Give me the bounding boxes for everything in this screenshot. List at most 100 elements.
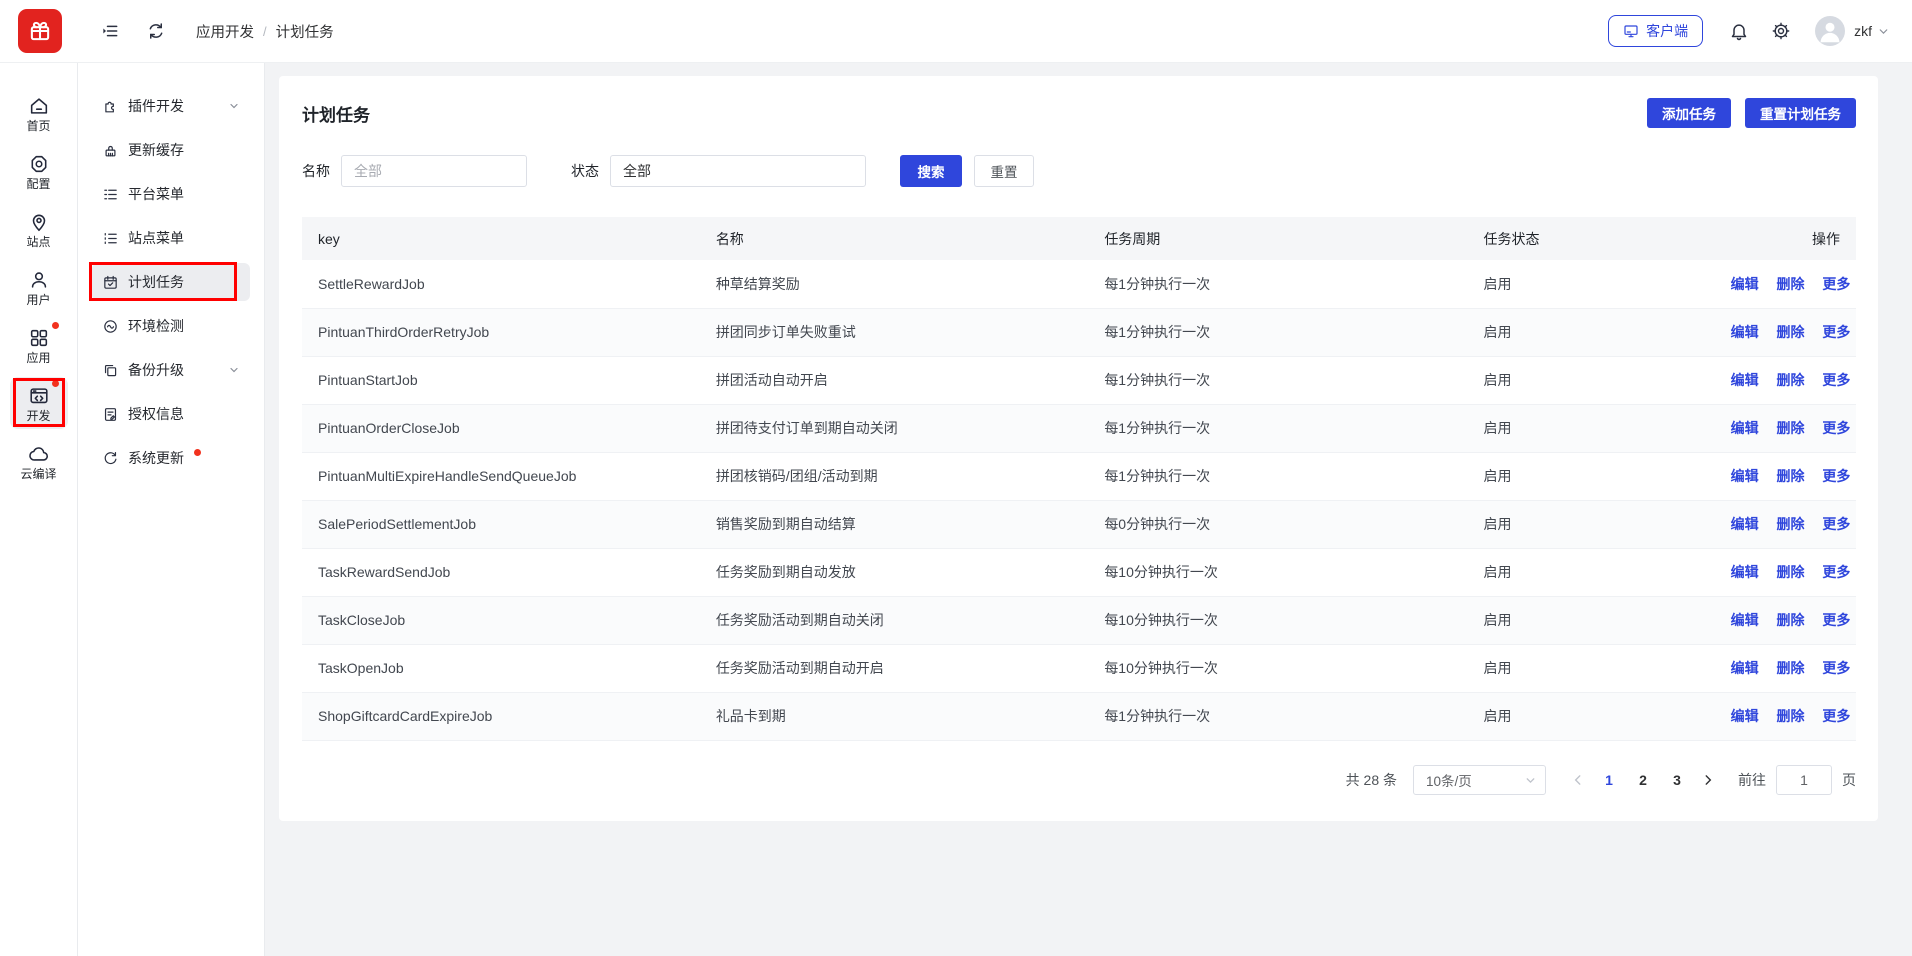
sidebar-item-calendar-check[interactable]: 计划任务 bbox=[92, 263, 250, 301]
cell-status: 启用 bbox=[1467, 404, 1700, 452]
edit-link[interactable]: 编辑 bbox=[1731, 660, 1759, 676]
cell-status: 启用 bbox=[1467, 644, 1700, 692]
gear-icon[interactable] bbox=[1771, 21, 1791, 41]
avatar[interactable] bbox=[1815, 16, 1845, 46]
bell-icon[interactable] bbox=[1729, 21, 1749, 41]
delete-link[interactable]: 删除 bbox=[1776, 372, 1804, 388]
cell-actions: 编辑 删除 更多 bbox=[1701, 452, 1856, 500]
reset-scheduled-tasks-button[interactable]: 重置计划任务 bbox=[1745, 98, 1856, 128]
edit-link[interactable]: 编辑 bbox=[1731, 276, 1759, 292]
edit-link[interactable]: 编辑 bbox=[1731, 372, 1759, 388]
more-link[interactable]: 更多 bbox=[1822, 612, 1850, 628]
refresh-icon[interactable] bbox=[146, 21, 166, 41]
home-icon bbox=[28, 95, 50, 117]
sidebar-item-plugin[interactable]: 插件开发 bbox=[92, 87, 250, 125]
delete-link[interactable]: 删除 bbox=[1776, 564, 1804, 580]
monitor-icon bbox=[1623, 23, 1639, 39]
sidebar-item-label: 备份升级 bbox=[128, 360, 184, 380]
client-button[interactable]: 客户端 bbox=[1608, 15, 1703, 47]
more-link[interactable]: 更多 bbox=[1822, 516, 1850, 532]
sidebar-item-sync[interactable]: 系统更新 bbox=[92, 439, 250, 477]
delete-link[interactable]: 删除 bbox=[1776, 612, 1804, 628]
more-link[interactable]: 更多 bbox=[1822, 564, 1850, 580]
notification-dot bbox=[194, 449, 201, 456]
reset-filter-button[interactable]: 重置 bbox=[974, 155, 1034, 187]
name-filter-input[interactable] bbox=[341, 155, 527, 187]
chevron-down-icon[interactable] bbox=[1877, 25, 1890, 38]
delete-link[interactable]: 删除 bbox=[1776, 708, 1804, 724]
delete-link[interactable]: 删除 bbox=[1776, 660, 1804, 676]
delete-link[interactable]: 删除 bbox=[1776, 276, 1804, 292]
more-link[interactable]: 更多 bbox=[1822, 324, 1850, 340]
cell-actions: 编辑 删除 更多 bbox=[1701, 308, 1856, 356]
edit-link[interactable]: 编辑 bbox=[1731, 324, 1759, 340]
cell-key: SalePeriodSettlementJob bbox=[302, 500, 700, 548]
menu-collapse-icon[interactable] bbox=[100, 21, 120, 41]
more-link[interactable]: 更多 bbox=[1822, 660, 1850, 676]
username[interactable]: zkf bbox=[1854, 23, 1872, 39]
sidebar-item-label: 插件开发 bbox=[128, 96, 184, 116]
prev-page-icon[interactable] bbox=[1564, 766, 1592, 794]
page-size-select[interactable]: 10条/页 bbox=[1413, 765, 1546, 795]
table-row: TaskCloseJob 任务奖励活动到期自动关闭 每10分钟执行一次 启用 编… bbox=[302, 596, 1856, 644]
delete-link[interactable]: 删除 bbox=[1776, 516, 1804, 532]
more-link[interactable]: 更多 bbox=[1822, 468, 1850, 484]
main-area: 计划任务 添加任务 重置计划任务 名称 状态 搜索 重置 bbox=[265, 63, 1912, 956]
delete-link[interactable]: 删除 bbox=[1776, 324, 1804, 340]
search-button[interactable]: 搜索 bbox=[900, 155, 962, 187]
name-filter-label: 名称 bbox=[302, 161, 330, 181]
cell-key: TaskCloseJob bbox=[302, 596, 700, 644]
status-filter-label: 状态 bbox=[571, 161, 599, 181]
more-link[interactable]: 更多 bbox=[1822, 372, 1850, 388]
top-header: 应用开发 / 计划任务 客户端 zkf bbox=[0, 0, 1912, 63]
secondary-sidebar: 插件开发 更新缓存 平台菜单 站点菜单 计划任务 环境检测 备份升级 bbox=[78, 63, 265, 956]
sidebar-item-copy[interactable]: 备份升级 bbox=[92, 351, 250, 389]
edit-link[interactable]: 编辑 bbox=[1731, 564, 1759, 580]
rail-item-label: 应用 bbox=[26, 352, 50, 364]
status-filter-select[interactable] bbox=[610, 155, 866, 187]
rail-item-settings[interactable]: 配置 bbox=[10, 145, 68, 197]
logo-gift-icon bbox=[27, 18, 53, 44]
sidebar-item-menu-list2[interactable]: 站点菜单 bbox=[92, 219, 250, 257]
cell-name: 拼团活动自动开启 bbox=[700, 356, 1089, 404]
breadcrumb-parent[interactable]: 应用开发 bbox=[196, 21, 254, 42]
page-number-3[interactable]: 3 bbox=[1662, 766, 1692, 794]
rail-item-user[interactable]: 用户 bbox=[10, 261, 68, 313]
delete-link[interactable]: 删除 bbox=[1776, 420, 1804, 436]
page-number-1[interactable]: 1 bbox=[1594, 766, 1624, 794]
edit-link[interactable]: 编辑 bbox=[1731, 708, 1759, 724]
cell-key: PintuanOrderCloseJob bbox=[302, 404, 700, 452]
app-logo[interactable] bbox=[18, 9, 62, 53]
more-link[interactable]: 更多 bbox=[1822, 420, 1850, 436]
cell-actions: 编辑 删除 更多 bbox=[1701, 260, 1856, 308]
next-page-icon[interactable] bbox=[1694, 766, 1722, 794]
sidebar-item-monitor-wave[interactable]: 环境检测 bbox=[92, 307, 250, 345]
edit-link[interactable]: 编辑 bbox=[1731, 516, 1759, 532]
cell-actions: 编辑 删除 更多 bbox=[1701, 548, 1856, 596]
edit-link[interactable]: 编辑 bbox=[1731, 612, 1759, 628]
delete-link[interactable]: 删除 bbox=[1776, 468, 1804, 484]
add-task-button[interactable]: 添加任务 bbox=[1647, 98, 1731, 128]
more-link[interactable]: 更多 bbox=[1822, 708, 1850, 724]
license-icon bbox=[102, 406, 119, 423]
cell-cycle: 每10分钟执行一次 bbox=[1088, 596, 1467, 644]
rail-item-site[interactable]: 站点 bbox=[10, 203, 68, 255]
apps-icon bbox=[28, 327, 50, 349]
goto-page-input[interactable] bbox=[1776, 765, 1832, 795]
rail-item-apps[interactable]: 应用 bbox=[10, 319, 68, 371]
page-number-2[interactable]: 2 bbox=[1628, 766, 1658, 794]
rail-item-dev[interactable]: 开发 bbox=[10, 377, 68, 429]
cell-cycle: 每1分钟执行一次 bbox=[1088, 260, 1467, 308]
rail-item-cloud[interactable]: 云编译 bbox=[10, 435, 68, 487]
edit-link[interactable]: 编辑 bbox=[1731, 468, 1759, 484]
more-link[interactable]: 更多 bbox=[1822, 276, 1850, 292]
cell-name: 礼品卡到期 bbox=[700, 692, 1089, 740]
rail-item-label: 站点 bbox=[26, 236, 50, 248]
rail-item-home[interactable]: 首页 bbox=[10, 87, 68, 139]
sidebar-item-broom[interactable]: 更新缓存 bbox=[92, 131, 250, 169]
calendar-check-icon bbox=[102, 274, 119, 291]
edit-link[interactable]: 编辑 bbox=[1731, 420, 1759, 436]
sidebar-item-menu-list[interactable]: 平台菜单 bbox=[92, 175, 250, 213]
sidebar-item-license[interactable]: 授权信息 bbox=[92, 395, 250, 433]
cell-actions: 编辑 删除 更多 bbox=[1701, 500, 1856, 548]
